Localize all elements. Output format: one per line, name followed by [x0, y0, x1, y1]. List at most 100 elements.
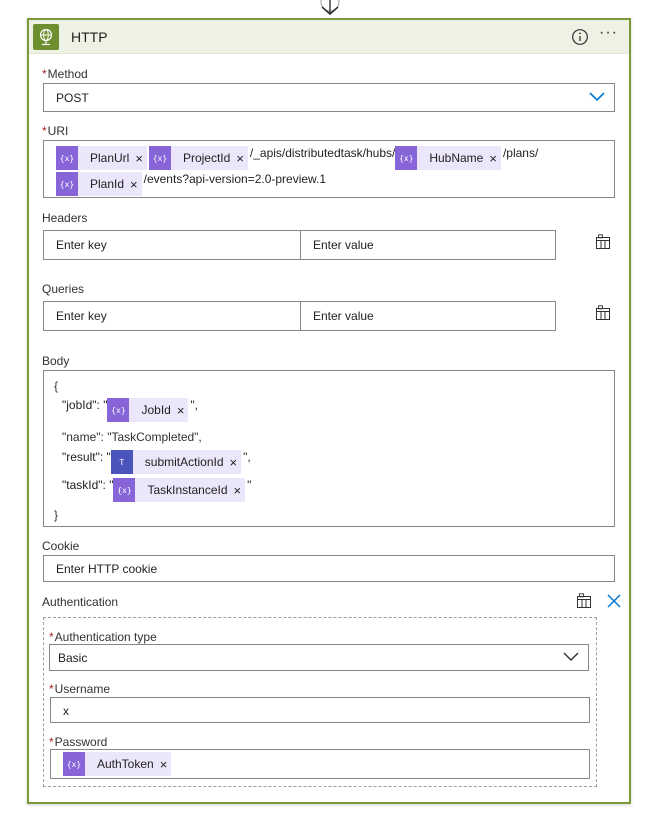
- token-authtoken[interactable]: {x} AuthToken ×: [63, 752, 172, 776]
- info-icon[interactable]: [571, 28, 589, 46]
- required-marker: *: [42, 124, 47, 138]
- password-line: {x} AuthToken ×: [63, 752, 173, 776]
- body-text: "jobId": ": [62, 398, 108, 413]
- cookie-label: Cookie: [42, 539, 80, 553]
- body-line-name: "name": "TaskCompleted",: [62, 430, 202, 444]
- body-line-jobid: "jobId": " {x} JobId × ",: [62, 398, 198, 422]
- dynamic-content-icon: {x}: [148, 146, 171, 170]
- token-label: PlanUrl: [90, 151, 130, 165]
- token-submitactionid[interactable]: TsubmitActionId ×: [110, 450, 242, 474]
- uri-text-segment: /plans/: [502, 146, 539, 161]
- queries-value-input[interactable]: Enter value: [300, 301, 556, 331]
- token-taskinstanceid[interactable]: {x} TaskInstanceId ×: [113, 478, 246, 502]
- password-label-text: Password: [54, 735, 108, 749]
- body-close-brace: }: [54, 508, 59, 522]
- body-open-brace: {: [54, 379, 59, 393]
- chevron-down-icon: [589, 92, 605, 102]
- card-title: HTTP: [71, 29, 108, 45]
- uri-text-segment: /_apis/distributedtask/hubs/: [249, 146, 396, 161]
- connector-arrow-icon: [320, 0, 340, 16]
- password-input[interactable]: {x} AuthToken ×: [50, 749, 590, 779]
- required-marker: *: [49, 682, 54, 696]
- authentication-label: Authentication: [42, 595, 119, 609]
- switch-to-text-mode-icon[interactable]: [595, 305, 611, 321]
- username-label-text: Username: [54, 682, 111, 696]
- uri-input[interactable]: {x} PlanUrl × {x} ProjectId ×/_apis/distribut…: [43, 140, 615, 198]
- uri-label-text: URI: [47, 124, 69, 138]
- username-input[interactable]: x: [50, 697, 590, 723]
- body-text: "taskId": ": [62, 478, 114, 493]
- close-icon[interactable]: [606, 593, 622, 609]
- dynamic-content-icon: {x}: [113, 478, 136, 502]
- dynamic-content-icon: {x}: [107, 398, 130, 422]
- username-label: *Username: [49, 682, 110, 696]
- method-label-text: Method: [47, 67, 88, 81]
- token-planid[interactable]: {x} PlanId ×: [56, 172, 142, 196]
- auth-type-value: Basic: [58, 651, 88, 665]
- headers-key-input[interactable]: Enter key: [43, 230, 301, 260]
- queries-label: Queries: [42, 282, 85, 296]
- remove-token-icon[interactable]: ×: [230, 455, 242, 470]
- token-label: PlanId: [90, 177, 125, 191]
- dynamic-content-icon: {x}: [56, 172, 78, 196]
- token-hubname[interactable]: {x} HubName ×: [395, 146, 501, 170]
- cookie-placeholder: Enter HTTP cookie: [56, 562, 158, 576]
- token-label: HubName: [429, 151, 484, 165]
- remove-token-icon[interactable]: ×: [234, 483, 246, 498]
- body-label: Body: [42, 354, 70, 368]
- method-label: *Method: [42, 67, 88, 81]
- uri-label: *URI: [42, 124, 68, 138]
- remove-token-icon[interactable]: ×: [489, 151, 501, 166]
- uri-line-1: {x} PlanUrl × {x} ProjectId ×/_apis/distribut…: [56, 146, 538, 170]
- auth-type-dropdown[interactable]: Basic: [49, 644, 589, 671]
- queries-key-input[interactable]: Enter key: [43, 301, 301, 331]
- token-jobid[interactable]: {x} JobId ×: [107, 398, 189, 422]
- authentication-section: *Authentication type Basic *Username x *…: [43, 617, 597, 787]
- headers-key-placeholder: Enter key: [56, 238, 107, 252]
- card-header[interactable]: HTTP ···: [29, 20, 629, 54]
- uri-text-segment: /events?api-version=2.0-preview.1: [143, 172, 327, 187]
- headers-value-placeholder: Enter value: [313, 238, 374, 252]
- uri-line-2: {x} PlanId ×/events?api-version=2.0-previe…: [56, 172, 326, 196]
- body-text: ",: [190, 398, 199, 413]
- dynamic-content-icon: {x}: [63, 752, 85, 776]
- password-label: *Password: [49, 735, 107, 749]
- username-value: x: [63, 704, 69, 718]
- token-planurl[interactable]: {x} PlanUrl ×: [56, 146, 147, 170]
- remove-token-icon[interactable]: ×: [160, 757, 172, 772]
- remove-token-icon[interactable]: ×: [130, 177, 142, 192]
- token-label: ProjectId: [182, 151, 231, 165]
- chevron-down-icon: [563, 652, 579, 661]
- remove-token-icon[interactable]: ×: [135, 151, 147, 166]
- token-label: JobId: [141, 403, 171, 417]
- remove-token-icon[interactable]: ×: [177, 403, 189, 418]
- more-options-icon[interactable]: ···: [599, 24, 621, 46]
- headers-label: Headers: [42, 211, 88, 225]
- body-text: ": [247, 478, 252, 493]
- body-text: ",: [243, 450, 251, 465]
- teams-icon: T: [110, 450, 133, 474]
- token-projectid[interactable]: {x} ProjectId ×: [148, 146, 248, 170]
- remove-token-icon[interactable]: ×: [236, 151, 248, 166]
- method-dropdown[interactable]: POST: [43, 83, 615, 112]
- token-label: AuthToken: [97, 757, 154, 771]
- body-line-result: "result": " TsubmitActionId × ",: [62, 450, 251, 474]
- body-text: "result": ": [62, 450, 111, 465]
- http-action-card: HTTP ··· *Method POST *URI {x} PlanUrl × {x…: [27, 18, 631, 804]
- body-line-taskid: "taskId": " {x} TaskInstanceId × ": [62, 478, 251, 502]
- dynamic-content-icon: {x}: [56, 146, 78, 170]
- headers-value-input[interactable]: Enter value: [300, 230, 556, 260]
- body-input[interactable]: { "jobId": " {x} JobId × ", "name": "TaskCom…: [43, 370, 615, 527]
- queries-value-placeholder: Enter value: [313, 309, 374, 323]
- method-value: POST: [56, 91, 89, 105]
- auth-type-label: *Authentication type: [49, 630, 157, 644]
- token-label: TaskInstanceId: [147, 483, 228, 497]
- switch-to-text-mode-icon[interactable]: [576, 593, 592, 609]
- cookie-input[interactable]: Enter HTTP cookie: [43, 555, 615, 582]
- http-globe-icon: [33, 24, 59, 50]
- required-marker: *: [49, 630, 54, 644]
- queries-key-placeholder: Enter key: [56, 309, 107, 323]
- token-label: submitActionId: [144, 455, 224, 469]
- switch-to-text-mode-icon[interactable]: [595, 234, 611, 250]
- required-marker: *: [42, 67, 47, 81]
